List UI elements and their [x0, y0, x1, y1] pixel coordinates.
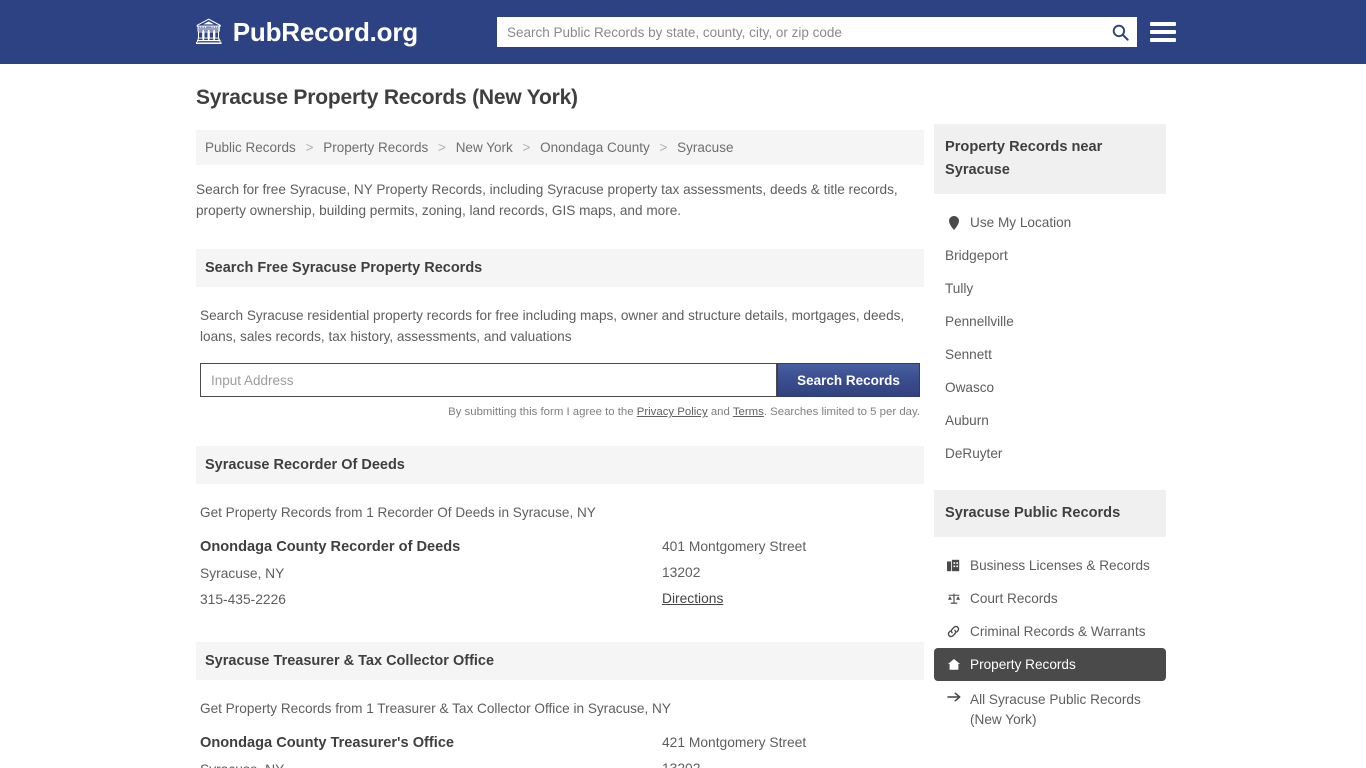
- sidebar-item-criminal-records[interactable]: Criminal Records & Warrants: [934, 615, 1166, 648]
- page-title: Syracuse Property Records (New York): [196, 86, 578, 109]
- sidebar-item-label: Auburn: [945, 413, 989, 428]
- sidebar-item-label: Pennellville: [945, 314, 1014, 329]
- scales-of-justice-icon: [945, 592, 962, 605]
- sidebar-item-label: Business Licenses & Records: [970, 558, 1150, 573]
- site-logo-link[interactable]: 🏛 PubRecord.org: [193, 17, 418, 48]
- address-search-form: Search Records: [196, 363, 924, 397]
- office-zip: 13202: [662, 565, 701, 580]
- menu-bar-1: [1150, 22, 1176, 26]
- office-name: Onondaga County Treasurer's Office: [200, 735, 455, 751]
- disclaimer-prefix: By submitting this form I agree to the: [448, 406, 637, 418]
- sidebar-item-label: Tully: [945, 281, 974, 296]
- breadcrumb-item-0[interactable]: Public Records: [205, 140, 296, 155]
- search-icon: [1112, 24, 1129, 41]
- sidebar-item-label: Criminal Records & Warrants: [970, 624, 1146, 639]
- office-left-column: Onondaga County Treasurer's Office Syrac…: [200, 735, 662, 768]
- office-right-column: 401 Montgomery Street 13202 Directions: [662, 539, 920, 618]
- privacy-policy-link[interactable]: Privacy Policy: [637, 406, 708, 418]
- sidebar-item-label: Use My Location: [970, 215, 1072, 230]
- office-city-state: Syracuse, NY: [200, 762, 662, 768]
- bank-building-icon: 🏛: [193, 17, 225, 46]
- breadcrumb-item-1[interactable]: Property Records: [323, 140, 428, 155]
- sidebar-item-label: DeRuyter: [945, 446, 1003, 461]
- search-input[interactable]: [497, 18, 1103, 46]
- terms-link[interactable]: Terms: [733, 406, 764, 418]
- section-body-recorder-of-deeds: Get Property Records from 1 Recorder Of …: [200, 505, 596, 520]
- sidebar-item-pennellville[interactable]: Pennellville: [934, 305, 1166, 338]
- search-section-heading: Search Free Syracuse Property Records: [196, 249, 924, 287]
- section-heading-recorder-of-deeds: Syracuse Recorder Of Deeds: [196, 446, 924, 484]
- search-section-body: Search Syracuse residential property rec…: [200, 308, 905, 344]
- map-pin-icon: [945, 215, 962, 230]
- header-search-bar: [497, 17, 1137, 47]
- breadcrumb-separator: >: [659, 140, 668, 155]
- sidebar-item-property-records[interactable]: Property Records: [934, 648, 1166, 681]
- sidebar-item-auburn[interactable]: Auburn: [934, 404, 1166, 437]
- intro-text: Search for free Syracuse, NY Property Re…: [196, 182, 898, 218]
- sidebar-item-label: Owasco: [945, 380, 995, 395]
- office-phone: 315-435-2226: [200, 592, 286, 607]
- main-content: Syracuse Property Records (New York) Pub…: [196, 86, 924, 768]
- breadcrumb-separator: >: [522, 140, 531, 155]
- office-left-column: Onondaga County Recorder of Deeds Syracu…: [200, 539, 662, 618]
- office-name: Onondaga County Recorder of Deeds: [200, 539, 461, 555]
- menu-bar-2: [1150, 30, 1176, 34]
- house-icon: [945, 658, 962, 671]
- directions-link[interactable]: Directions: [662, 591, 723, 606]
- hamburger-menu-icon[interactable]: [1150, 19, 1176, 45]
- sidebar-item-tully[interactable]: Tully: [934, 272, 1166, 305]
- office-entry: Onondaga County Recorder of Deeds Syracu…: [196, 539, 924, 618]
- sidebar-item-court-records[interactable]: Court Records: [934, 582, 1166, 615]
- menu-bar-3: [1150, 38, 1176, 42]
- sidebar-item-bridgeport[interactable]: Bridgeport: [934, 239, 1166, 272]
- site-header: 🏛 PubRecord.org: [0, 0, 1366, 64]
- sidebar: Property Records near Syracuse Use My Lo…: [934, 124, 1166, 759]
- office-street: 401 Montgomery Street: [662, 539, 807, 554]
- sidebar-item-use-my-location[interactable]: Use My Location: [934, 206, 1166, 239]
- search-records-button[interactable]: Search Records: [777, 363, 920, 397]
- breadcrumb-item-2[interactable]: New York: [456, 140, 513, 155]
- link-chain-icon: [945, 625, 962, 638]
- sidebar-nearby-heading: Property Records near Syracuse: [934, 124, 1166, 194]
- breadcrumb-separator: >: [305, 140, 314, 155]
- section-body-treasurer-tax-collector: Get Property Records from 1 Treasurer & …: [200, 701, 671, 716]
- address-input[interactable]: [200, 363, 777, 397]
- form-disclaimer: By submitting this form I agree to the P…: [196, 406, 924, 418]
- briefcase-icon: [945, 559, 962, 572]
- sidebar-item-label: Court Records: [970, 591, 1058, 606]
- office-zip: 13202: [662, 761, 920, 768]
- office-entry: Onondaga County Treasurer's Office Syrac…: [196, 735, 924, 768]
- breadcrumb: Public Records > Property Records > New …: [196, 130, 924, 165]
- office-city-state: Syracuse, NY: [200, 566, 285, 581]
- search-submit-button[interactable]: [1103, 17, 1137, 47]
- sidebar-item-label: Property Records: [970, 657, 1076, 672]
- sidebar-item-label: All Syracuse Public Records (New York): [970, 692, 1141, 727]
- breadcrumb-item-3[interactable]: Onondaga County: [540, 140, 650, 155]
- sidebar-item-all-public-records[interactable]: All Syracuse Public Records (New York): [934, 681, 1166, 739]
- disclaimer-suffix: . Searches limited to 5 per day.: [763, 406, 920, 418]
- sidebar-public-records-list: Business Licenses & Records Court Record…: [934, 549, 1166, 739]
- sidebar-item-label: Bridgeport: [945, 248, 1008, 263]
- sidebar-nearby-list: Use My Location Bridgeport Tully Pennell…: [934, 206, 1166, 470]
- sidebar-public-records-heading: Syracuse Public Records: [934, 490, 1166, 537]
- office-street: 421 Montgomery Street: [662, 735, 807, 750]
- sidebar-item-deruyter[interactable]: DeRuyter: [934, 437, 1166, 470]
- section-heading-treasurer-tax-collector: Syracuse Treasurer & Tax Collector Offic…: [196, 642, 924, 680]
- brand-name: PubRecord.org: [232, 16, 418, 47]
- arrow-right-icon: [945, 691, 962, 703]
- breadcrumb-item-4[interactable]: Syracuse: [677, 140, 733, 155]
- disclaimer-mid: and: [707, 406, 733, 418]
- breadcrumb-separator: >: [438, 140, 446, 155]
- office-right-column: 421 Montgomery Street 13202 Directions: [662, 735, 920, 768]
- sidebar-item-business-licenses[interactable]: Business Licenses & Records: [934, 549, 1166, 582]
- sidebar-item-owasco[interactable]: Owasco: [934, 371, 1166, 404]
- sidebar-item-sennett[interactable]: Sennett: [934, 338, 1166, 371]
- sidebar-item-label: Sennett: [945, 347, 992, 362]
